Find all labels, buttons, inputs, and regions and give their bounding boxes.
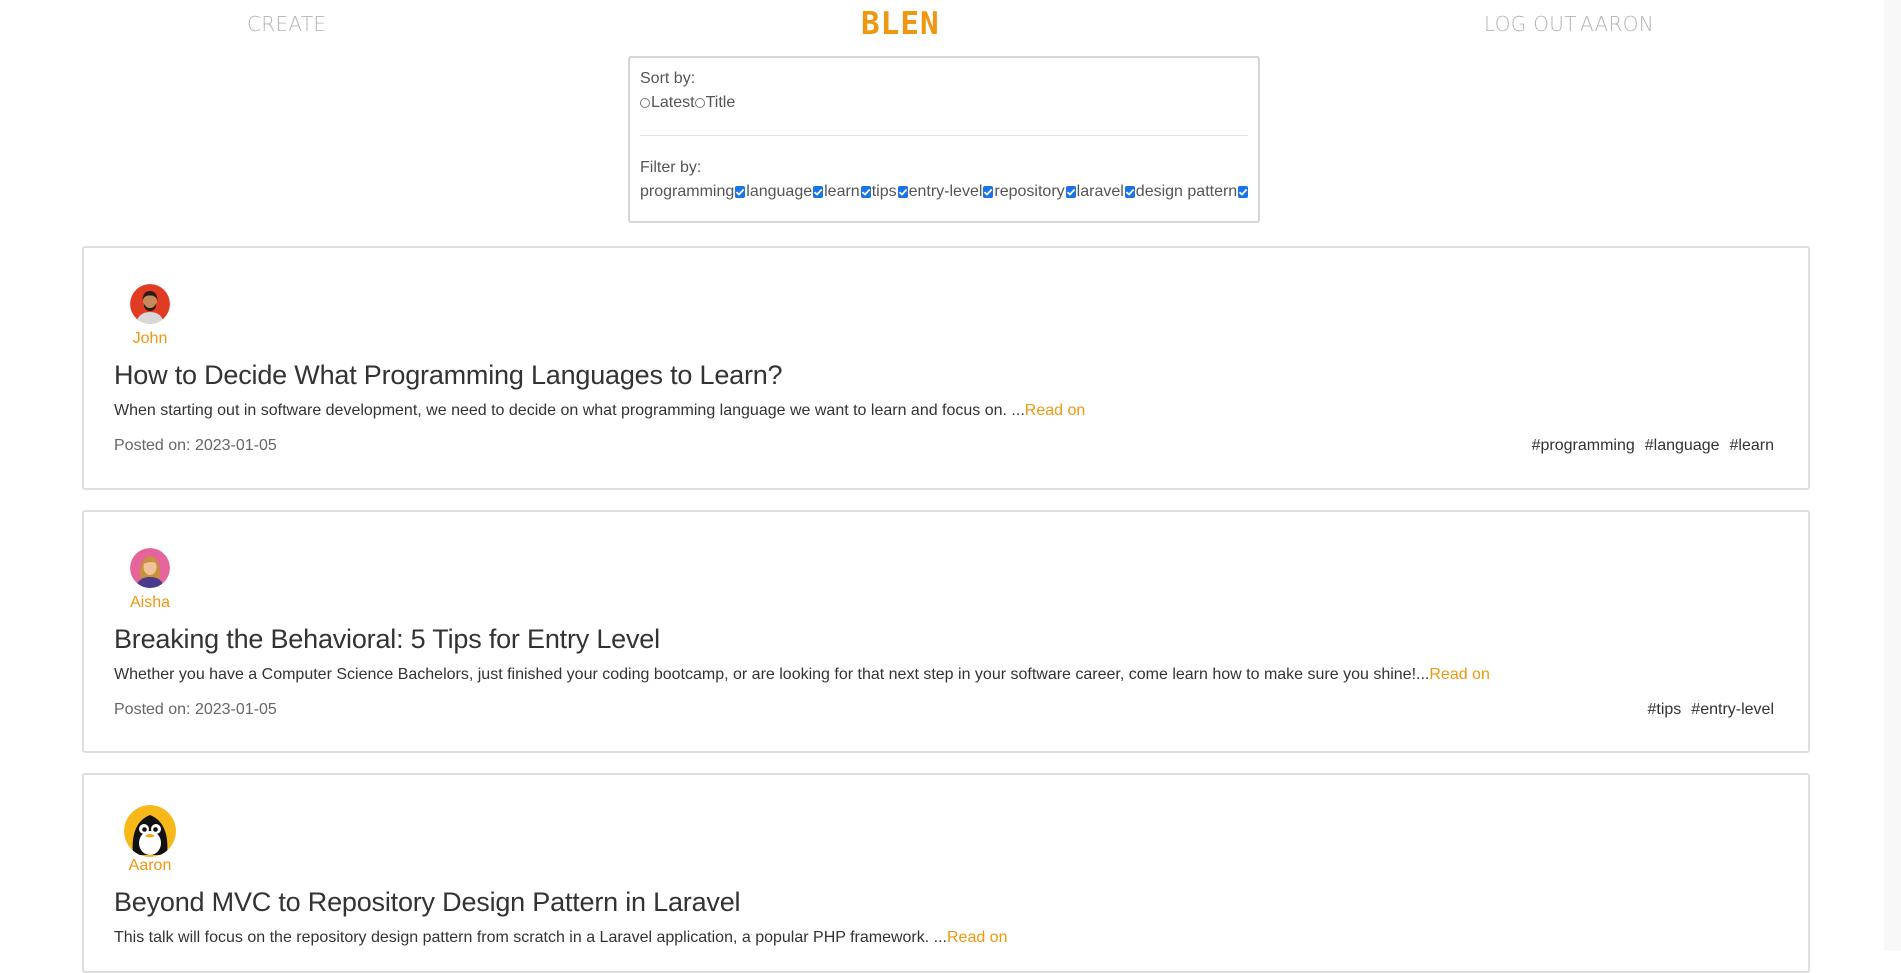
excerpt-text: This talk will focus on the repository d… xyxy=(114,929,947,946)
sort-latest-label[interactable]: Latest xyxy=(651,93,695,113)
post-excerpt: Whether you have a Computer Science Bach… xyxy=(114,666,1490,684)
man-avatar-icon xyxy=(130,284,170,324)
check-icon xyxy=(861,188,870,196)
logout-link[interactable]: LOG OUT xyxy=(1484,12,1577,36)
read-on-link[interactable]: Read on xyxy=(1025,402,1086,419)
page-scrollbar[interactable] xyxy=(1884,0,1901,951)
post-card: Aisha Breaking the Behavioral: 5 Tips fo… xyxy=(82,510,1810,753)
filter-label-language: language xyxy=(746,183,813,200)
check-icon xyxy=(1239,188,1248,196)
filter-label-tips: tips xyxy=(871,183,897,200)
filter-checkbox-programming[interactable] xyxy=(735,186,746,198)
posted-date: Posted on: 2023-01-05 xyxy=(114,437,277,454)
sort-filter-panel: Sort by: Latest Title Filter by: program… xyxy=(628,56,1260,223)
tag-programming[interactable]: #programming xyxy=(1532,437,1635,455)
brand-logo[interactable]: BLEN xyxy=(861,6,940,42)
filter-label-laravel: laravel xyxy=(1076,183,1124,200)
author-avatar[interactable] xyxy=(130,284,170,324)
tag-learn[interactable]: #learn xyxy=(1730,437,1774,455)
filter-checkbox-laravel[interactable] xyxy=(1124,186,1135,198)
filter-options: programming language learn tips entry-le… xyxy=(640,182,1249,202)
filter-label-entry-level: entry-level xyxy=(908,183,983,200)
tag-entry-level[interactable]: #entry-level xyxy=(1691,701,1774,719)
author-avatar[interactable] xyxy=(130,548,170,588)
post-tags: #tips #entry-level xyxy=(1648,701,1775,719)
post-tags: #programming #language #learn xyxy=(1532,437,1774,455)
sort-title-label[interactable]: Title xyxy=(706,93,736,113)
sort-options: Latest Title xyxy=(640,93,1248,113)
post-title[interactable]: Breaking the Behavioral: 5 Tips for Entr… xyxy=(114,624,660,655)
check-icon xyxy=(1066,188,1075,196)
filter-checkbox-entry-level[interactable] xyxy=(983,186,994,198)
tag-tips[interactable]: #tips xyxy=(1648,701,1682,719)
filter-label-learn: learn xyxy=(824,183,860,200)
excerpt-text: Whether you have a Computer Science Bach… xyxy=(114,666,1430,683)
filter-checkbox-tips[interactable] xyxy=(897,186,908,198)
filter-checkbox-learn[interactable] xyxy=(860,186,871,198)
check-icon xyxy=(898,188,907,196)
user-profile-link[interactable]: AARON xyxy=(1580,12,1654,36)
author-avatar[interactable] xyxy=(124,805,176,857)
read-on-link[interactable]: Read on xyxy=(1429,666,1490,683)
check-icon xyxy=(736,188,745,196)
sort-title-radio[interactable] xyxy=(694,98,705,108)
read-on-link[interactable]: Read on xyxy=(947,929,1008,946)
tag-language[interactable]: #language xyxy=(1645,437,1720,455)
filter-checkbox-repository[interactable] xyxy=(1065,186,1076,198)
filter-label-programming: programming xyxy=(640,183,735,200)
post-card: John How to Decide What Programming Lang… xyxy=(82,246,1810,490)
post-card: Aaron Beyond MVC to Repository Design Pa… xyxy=(82,773,1810,973)
post-excerpt: This talk will focus on the repository d… xyxy=(114,929,1007,947)
check-icon xyxy=(1125,188,1135,196)
post-title[interactable]: Beyond MVC to Repository Design Pattern … xyxy=(114,887,741,918)
filter-label-repository: repository xyxy=(994,183,1065,200)
check-icon xyxy=(814,188,823,196)
penguin-avatar-icon xyxy=(124,805,176,857)
sort-latest-radio[interactable] xyxy=(640,98,650,108)
filter-checkbox-language[interactable] xyxy=(813,186,824,198)
posted-date: Posted on: 2023-01-05 xyxy=(114,701,277,718)
panel-divider xyxy=(640,135,1248,136)
excerpt-text: When starting out in software developmen… xyxy=(114,402,1025,419)
sort-label: Sort by: xyxy=(640,70,696,87)
check-icon xyxy=(984,188,993,196)
filter-checkbox-design-pattern[interactable] xyxy=(1238,186,1249,198)
author-name[interactable]: Aisha xyxy=(100,594,200,612)
post-excerpt: When starting out in software developmen… xyxy=(114,402,1085,420)
filter-label: Filter by: xyxy=(640,159,702,176)
woman-avatar-icon xyxy=(130,548,170,588)
create-link[interactable]: CREATE xyxy=(247,12,326,36)
author-name[interactable]: Aaron xyxy=(100,857,200,875)
post-title[interactable]: How to Decide What Programming Languages… xyxy=(114,360,783,391)
filter-label-design-pattern: design pattern xyxy=(1135,183,1238,200)
author-name[interactable]: John xyxy=(100,330,200,348)
